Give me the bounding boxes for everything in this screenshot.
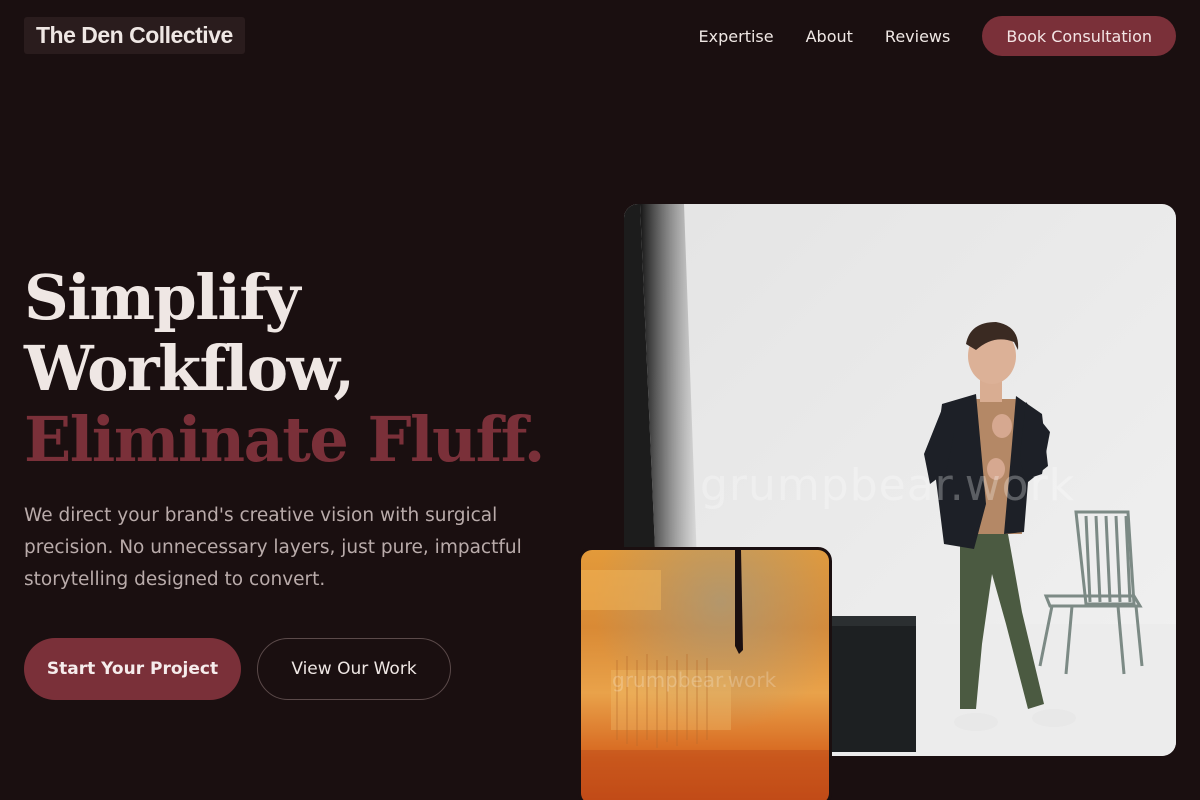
- nav-link-reviews[interactable]: Reviews: [885, 27, 950, 46]
- hero-title: Simplify Workflow, Eliminate Fluff.: [24, 261, 545, 476]
- main-nav: Expertise About Reviews Book Consultatio…: [699, 16, 1176, 56]
- view-work-button[interactable]: View Our Work: [257, 638, 451, 700]
- book-consultation-button[interactable]: Book Consultation: [982, 16, 1176, 56]
- nav-link-about[interactable]: About: [806, 27, 853, 46]
- hero-title-accent: Eliminate Fluff.: [24, 403, 545, 476]
- hero-title-line-2: Workflow,: [24, 332, 355, 405]
- orange-abstract-painting-icon: [581, 550, 829, 800]
- hero-title-line-1: Simplify: [24, 261, 301, 334]
- start-project-button[interactable]: Start Your Project: [24, 638, 241, 700]
- brand-logo[interactable]: The Den Collective: [24, 17, 245, 54]
- art-card: [578, 547, 832, 800]
- nav-link-expertise[interactable]: Expertise: [699, 27, 774, 46]
- hero-subtitle: We direct your brand's creative vision w…: [24, 505, 522, 590]
